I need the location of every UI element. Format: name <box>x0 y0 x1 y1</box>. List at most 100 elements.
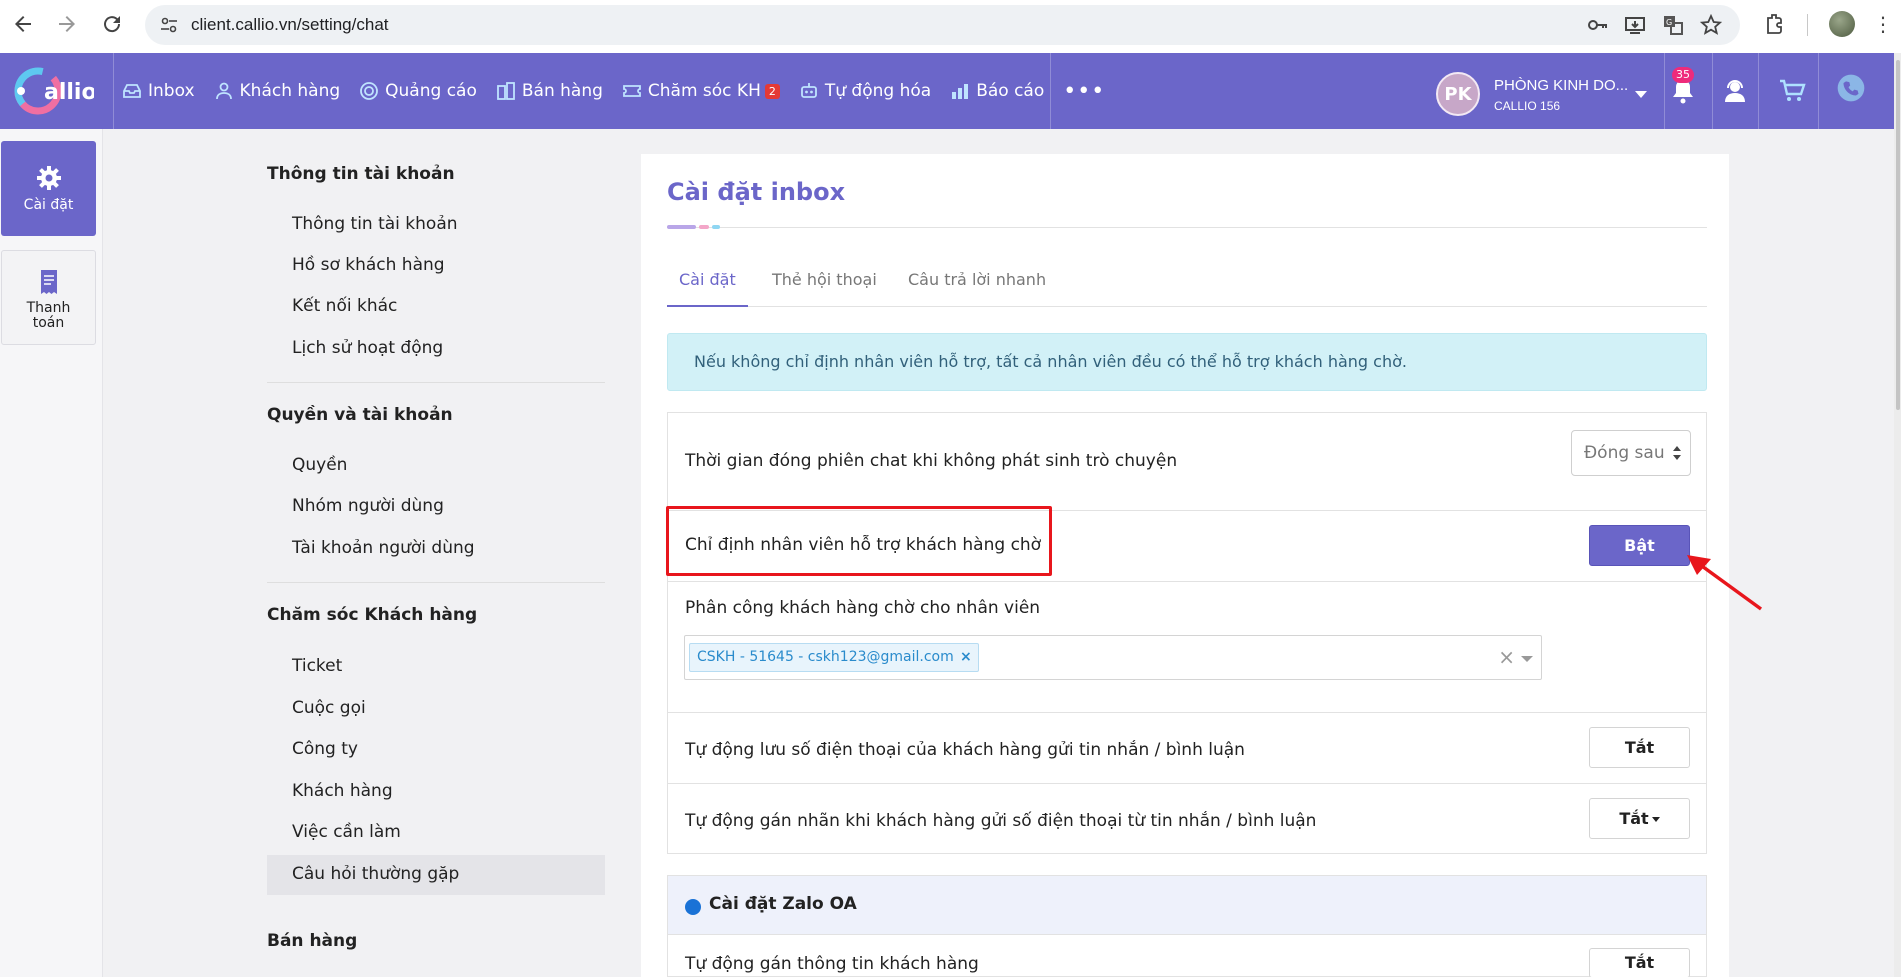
ticket-icon <box>622 81 642 101</box>
nav-group-title: Chăm sóc Khách hàng <box>267 605 478 625</box>
bar-chart-icon <box>950 81 970 101</box>
menu-customer-care-label: Chăm sóc KH <box>647 81 761 101</box>
menu-inbox[interactable]: Inbox <box>122 81 195 101</box>
forward-icon[interactable] <box>55 12 79 36</box>
user-icon <box>214 81 234 101</box>
tab-quick-replies[interactable]: Câu trả lời nhanh <box>908 270 1046 307</box>
back-icon[interactable] <box>11 12 35 36</box>
rail-billing-label: Thanh toán <box>26 300 71 331</box>
profile-avatar[interactable] <box>1829 11 1855 37</box>
install-app-icon[interactable] <box>1624 14 1646 36</box>
assign-staff-toggle-button[interactable]: Bật <box>1589 525 1690 566</box>
app-header: allio Inbox Khách hàng Quảng cáo Bán hàn… <box>0 53 1894 129</box>
close-session-label: Thời gian đóng phiên chat khi không phát… <box>685 451 1178 471</box>
notification-badge: 35 <box>1672 67 1694 83</box>
reload-icon[interactable] <box>100 12 124 36</box>
receipt-icon <box>34 267 64 297</box>
zalo-oa-section: Cài đặt Zalo OA Tự động gán thông tin kh… <box>667 875 1707 977</box>
rail-item-billing[interactable]: Thanh toán <box>1 250 96 345</box>
nav-link-activity-history[interactable]: Lịch sử hoạt động <box>292 338 443 358</box>
nav-link-ticket[interactable]: Ticket <box>292 656 342 676</box>
menu-sales[interactable]: Bán hàng <box>496 81 603 101</box>
annotation-arrow <box>1687 555 1763 611</box>
scrollbar-thumb[interactable] <box>1896 60 1900 410</box>
account-name: PHÒNG KINH DO... <box>1494 77 1629 94</box>
bookmark-star-icon[interactable] <box>1699 13 1723 36</box>
site-settings-icon[interactable] <box>159 15 179 35</box>
remove-tag-icon[interactable]: × <box>960 644 972 671</box>
nav-link-permissions[interactable]: Quyền <box>292 455 347 475</box>
header-divider <box>1664 53 1665 129</box>
key-icon[interactable] <box>1586 14 1608 36</box>
assigned-staff-multiselect[interactable]: CSKH - 51645 - cskh123@gmail.com × × <box>684 635 1542 680</box>
account-switcher[interactable]: PK PHÒNG KINH DO... CALLIO 156 <box>1436 63 1654 119</box>
nav-link-faq[interactable]: Câu hỏi thường gặp <box>292 864 459 884</box>
url-text[interactable]: client.callio.vn/setting/chat <box>191 15 389 35</box>
cart-icon[interactable] <box>1777 76 1807 106</box>
nav-link-user-accounts[interactable]: Tài khoản người dùng <box>292 538 475 558</box>
menu-sales-label: Bán hàng <box>521 81 603 101</box>
menu-automation[interactable]: Tự động hóa <box>799 81 931 101</box>
callio-logo[interactable]: allio <box>14 66 94 116</box>
header-divider <box>113 53 114 129</box>
target-icon <box>359 81 379 101</box>
tab-settings[interactable]: Cài đặt <box>667 270 748 307</box>
more-menu-icon[interactable]: ••• <box>1063 79 1105 104</box>
assigned-staff-tag[interactable]: CSKH - 51645 - cskh123@gmail.com × <box>689 643 979 672</box>
translate-icon[interactable]: G <box>1662 14 1684 36</box>
address-bar[interactable]: client.callio.vn/setting/chat G <box>145 5 1740 45</box>
tab-conversation-tags[interactable]: Thẻ hội thoại <box>772 270 877 307</box>
auto-save-phone-button[interactable]: Tắt <box>1589 727 1690 768</box>
nav-link-other-connections[interactable]: Kết nối khác <box>292 296 397 316</box>
chevron-down-icon[interactable] <box>1521 656 1533 662</box>
account-avatar: PK <box>1436 72 1480 116</box>
nav-link-calls[interactable]: Cuộc gọi <box>292 698 366 718</box>
nav-link-customer-profile[interactable]: Hồ sơ khách hàng <box>292 255 445 275</box>
nav-link-customers[interactable]: Khách hàng <box>292 781 393 801</box>
agent-icon[interactable] <box>1720 76 1750 106</box>
browser-menu-icon[interactable]: ⋮ <box>1873 11 1893 37</box>
svg-text:G: G <box>1666 18 1672 27</box>
row-divider <box>668 581 1706 582</box>
nav-group-title: Bán hàng <box>267 931 358 951</box>
nav-link-companies[interactable]: Công ty <box>292 739 358 759</box>
nav-link-account-info[interactable]: Thông tin tài khoản <box>292 214 458 234</box>
header-divider <box>1712 53 1713 129</box>
menu-automation-label: Tự động hóa <box>824 81 932 101</box>
caret-down-icon <box>1651 817 1660 822</box>
auto-label-button-label: Tắt <box>1619 809 1649 828</box>
auto-label-label: Tự động gán nhãn khi khách hàng gửi số đ… <box>685 811 1317 831</box>
nav-link-user-groups[interactable]: Nhóm người dùng <box>292 496 444 516</box>
header-divider <box>1818 53 1819 129</box>
assign-list-label: Phân công khách hàng chờ cho nhân viên <box>685 598 1041 618</box>
phone-icon[interactable] <box>1836 73 1872 109</box>
menu-reports-label: Báo cáo <box>976 81 1045 101</box>
row-divider <box>668 783 1706 784</box>
menu-customer-care[interactable]: Chăm sóc KH 2 <box>622 81 780 101</box>
left-rail: Cài đặt Thanh toán <box>0 129 103 977</box>
settings-list: Thời gian đóng phiên chat khi không phát… <box>667 412 1707 854</box>
title-divider <box>667 227 1707 228</box>
title-accent <box>699 225 709 229</box>
extensions-icon[interactable] <box>1763 12 1787 36</box>
main-menu: Inbox Khách hàng Quảng cáo Bán hàng Chăm… <box>122 53 1105 129</box>
menu-ads[interactable]: Quảng cáo <box>359 81 477 101</box>
rail-item-settings[interactable]: Cài đặt <box>1 141 96 236</box>
info-alert-text: Nếu không chỉ định nhân viên hỗ trợ, tất… <box>694 352 1407 371</box>
zalo-auto-assign-button[interactable]: Tắt <box>1589 948 1690 977</box>
nav-link-todos[interactable]: Việc cần làm <box>292 822 401 842</box>
title-accent <box>712 225 720 229</box>
row-divider <box>668 712 1706 713</box>
gear-icon <box>34 163 64 193</box>
annotation-highlight-box <box>666 506 1052 576</box>
close-session-select[interactable]: Đóng sau <box>1571 430 1691 476</box>
toolbar-divider <box>1807 14 1808 36</box>
zalo-oa-header: Cài đặt Zalo OA <box>668 876 1706 935</box>
chevron-down-icon <box>1635 91 1647 98</box>
menu-reports[interactable]: Báo cáo <box>950 81 1044 101</box>
clear-selection-icon[interactable]: × <box>1498 646 1515 668</box>
auto-label-dropdown-button[interactable]: Tắt <box>1589 798 1690 839</box>
page-title: Cài đặt inbox <box>667 178 846 206</box>
account-subtitle: CALLIO 156 <box>1494 99 1561 113</box>
menu-customers[interactable]: Khách hàng <box>214 81 340 101</box>
